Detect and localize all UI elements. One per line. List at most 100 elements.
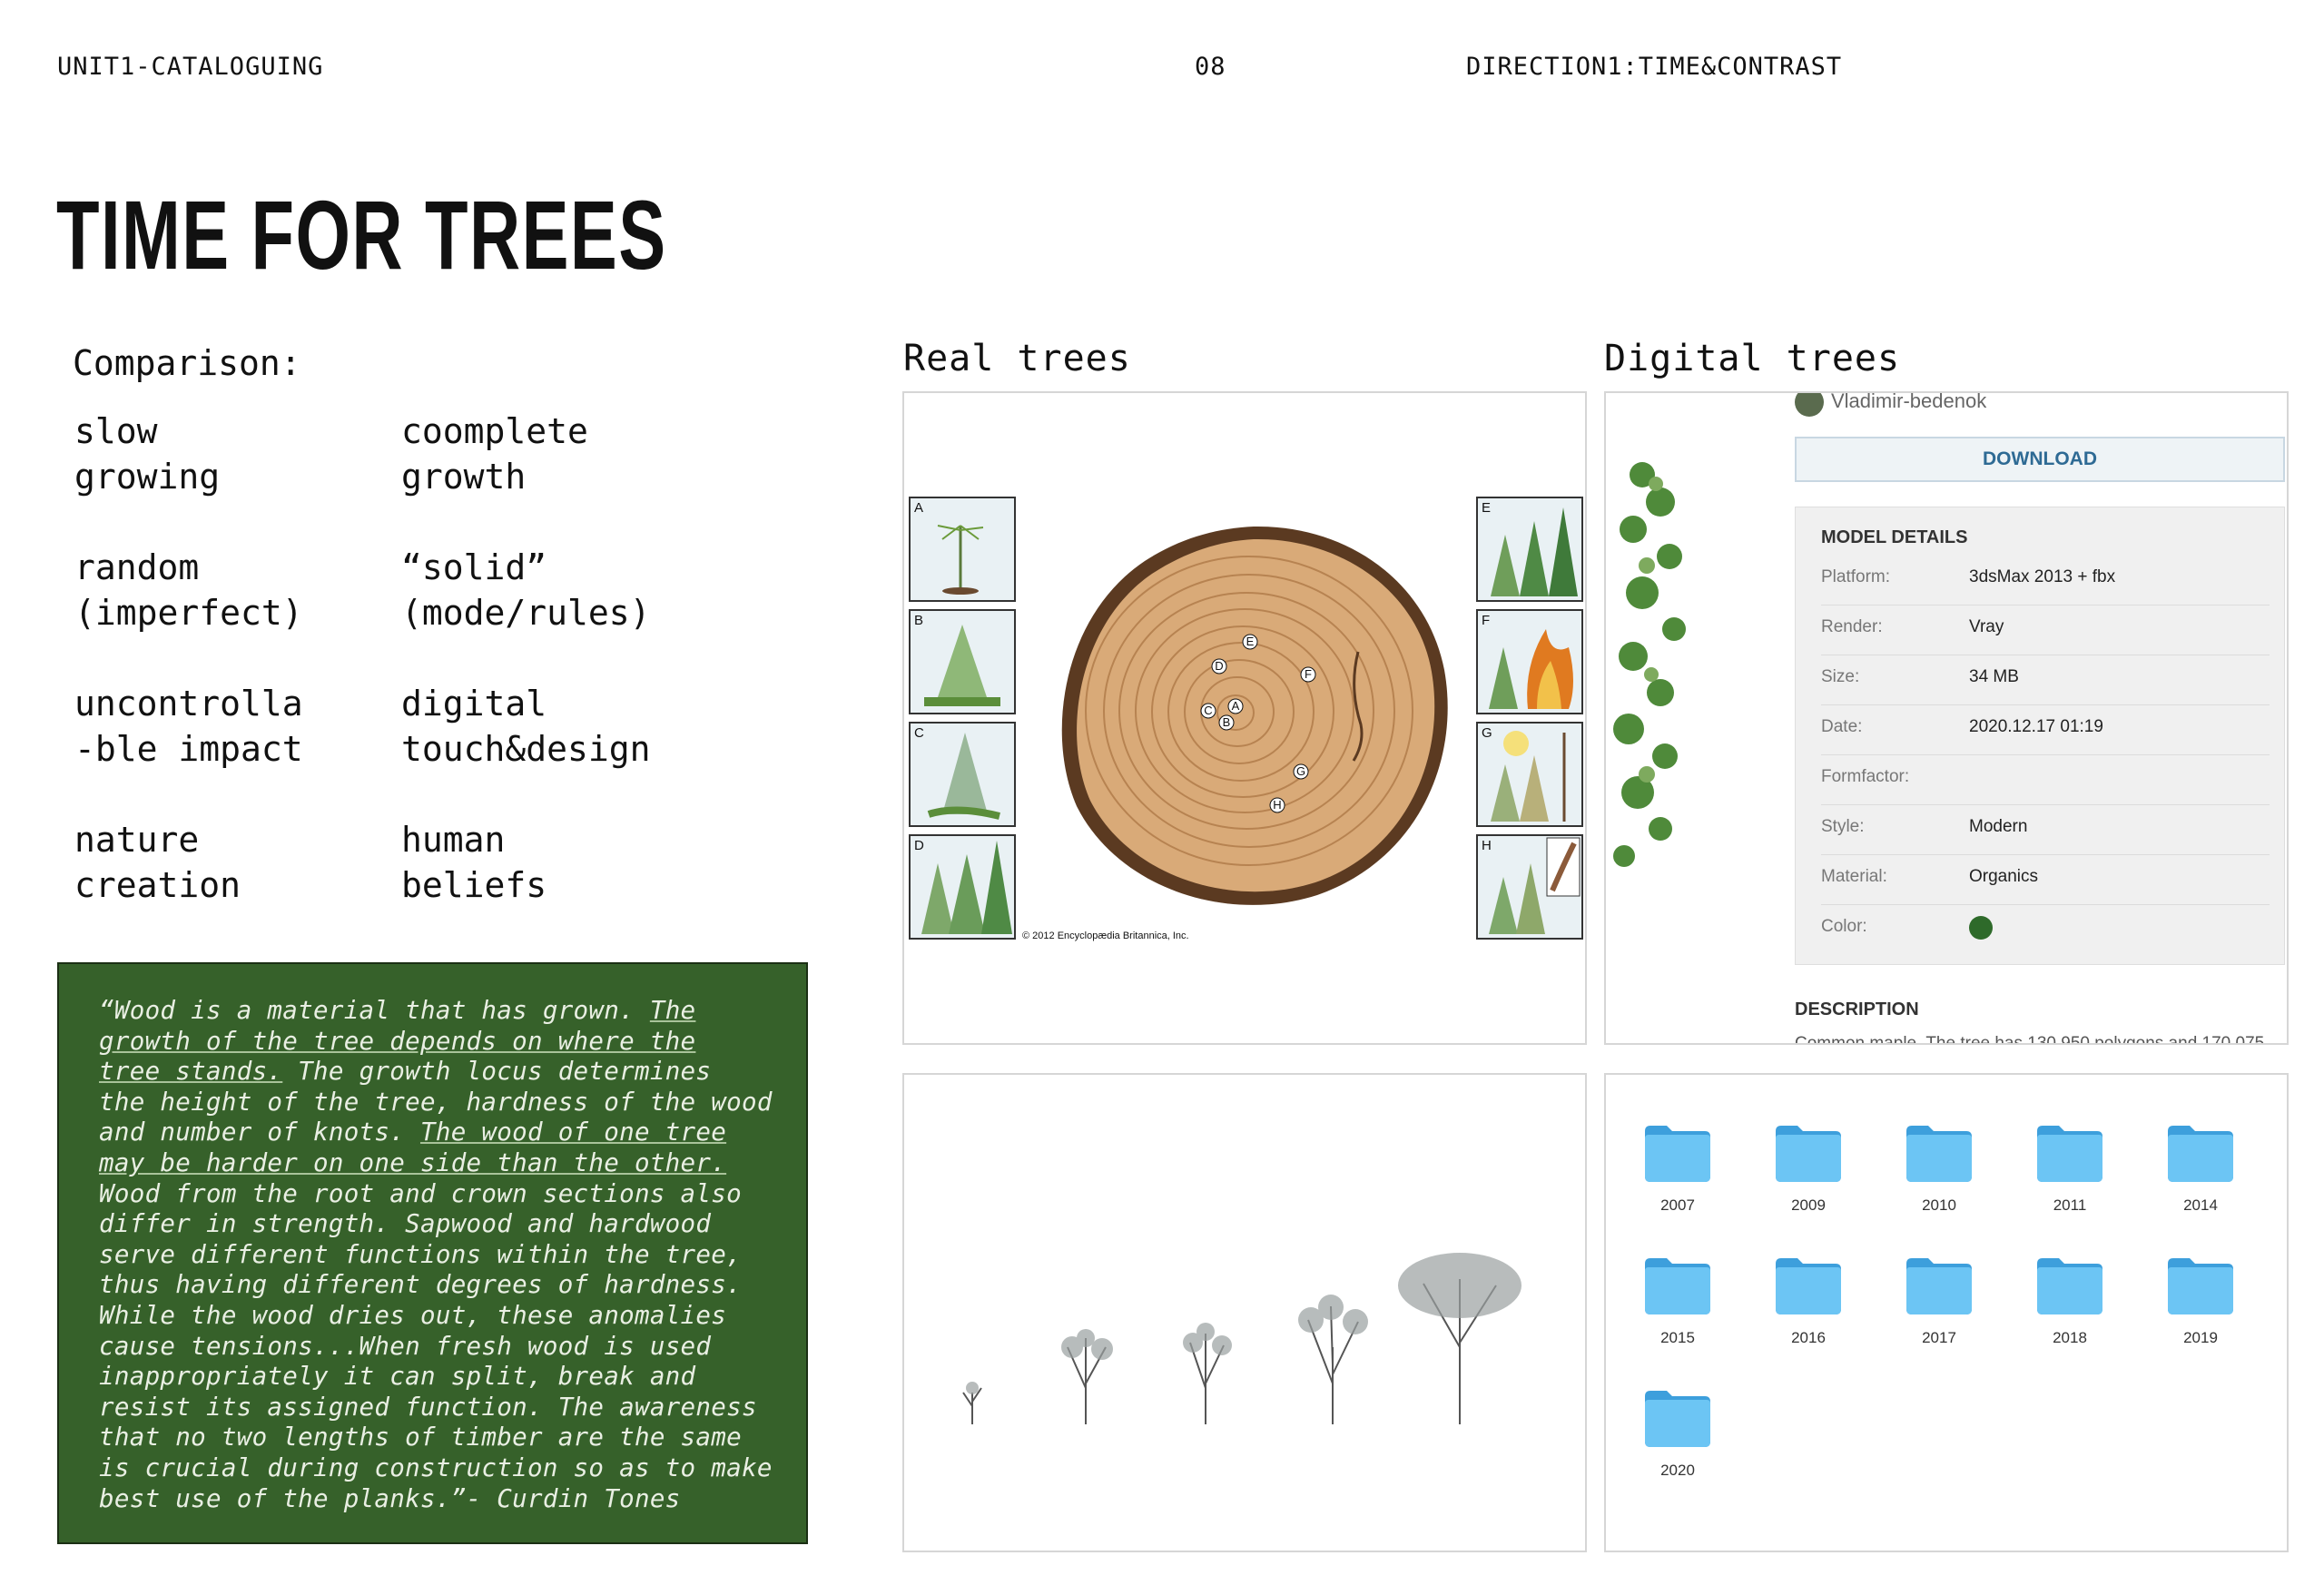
thumb-letter: A: [914, 500, 924, 516]
folder-2011[interactable]: 2011: [2020, 1122, 2120, 1215]
beetle-tree-icon: [1489, 837, 1581, 934]
detail-key: Color:: [1821, 917, 1867, 936]
thumb-letter: B: [914, 613, 924, 628]
model-details-panel: Vladimir-bedenok DOWNLOAD MODEL DETAILS …: [1604, 391, 2289, 1045]
real-trees-label: Real trees: [903, 338, 1131, 379]
growth-stage-thumb: B: [909, 609, 1016, 714]
folder-label: 2019: [2183, 1329, 2218, 1346]
tree-growth-sequence-icon: [962, 1253, 1521, 1424]
quote-box: “Wood is a material that has grown. The …: [57, 962, 808, 1544]
folder-2019[interactable]: 2019: [2151, 1255, 2250, 1347]
page-title: TIME FOR TREES: [56, 180, 667, 290]
detail-value: 3dsMax 2013 + fbx: [1969, 567, 2116, 586]
detail-row-color: Color:: [1821, 904, 2270, 954]
copyright-note: © 2012 Encyclopædia Britannica, Inc.: [1022, 930, 1189, 941]
growth-stage-thumb: C: [909, 722, 1016, 827]
growth-stage-thumb: E: [1476, 497, 1583, 602]
ring-marker-f: F: [1305, 667, 1312, 681]
detail-key: Date:: [1821, 717, 1863, 736]
folder-2020[interactable]: 2020: [1628, 1387, 1728, 1480]
folder-icon: [2037, 1258, 2102, 1314]
detail-value: 34 MB: [1969, 667, 2019, 686]
sun-tree-icon: [1491, 731, 1566, 822]
unit-label: UNIT1-CATALOGUING: [57, 53, 324, 81]
thumb-letter: H: [1482, 838, 1492, 853]
detail-row-size: Size: 34 MB: [1821, 655, 2270, 705]
folder-icon: [1645, 1126, 1710, 1182]
comparison-right-column: coomplete growth “solid” (mode/rules) di…: [401, 409, 651, 953]
folder-icon: [1906, 1126, 1972, 1182]
folder-2007[interactable]: 2007: [1628, 1122, 1728, 1215]
download-button[interactable]: DOWNLOAD: [1795, 437, 2285, 482]
detail-value: 2020.12.17 01:19: [1969, 717, 2103, 736]
author-name[interactable]: Vladimir-bedenok: [1831, 393, 1986, 413]
comparison-right-item: digital touch&design: [401, 684, 651, 769]
maple-tree-icon: [1613, 462, 1686, 867]
digital-trees-label: Digital trees: [1604, 338, 1901, 379]
seedling-icon: [937, 525, 984, 595]
folder-2016[interactable]: 2016: [1758, 1255, 1858, 1347]
growth-stage-thumb: F: [1476, 609, 1583, 714]
detail-key: Style:: [1821, 817, 1865, 836]
page-number: 08: [1195, 53, 1226, 81]
folder-2015[interactable]: 2015: [1628, 1255, 1728, 1347]
folder-icon: [2168, 1126, 2233, 1182]
folder-2018[interactable]: 2018: [2020, 1255, 2120, 1347]
description-title: DESCRIPTION: [1795, 999, 1919, 1019]
growth-sequence-panel: [902, 1073, 1587, 1552]
thumb-letter: E: [1482, 500, 1492, 516]
comparison-left-item: nature creation: [74, 820, 241, 905]
folder-icon: [1645, 1258, 1710, 1314]
color-swatch: [1969, 916, 1993, 940]
detail-row-style: Style: Modern: [1821, 804, 2270, 855]
folder-icon: [2037, 1126, 2102, 1182]
ring-marker-a: A: [1232, 699, 1240, 713]
sapling-icon: [924, 625, 1000, 706]
ring-marker-b: B: [1223, 715, 1231, 729]
folder-2017[interactable]: 2017: [1889, 1255, 1989, 1347]
ring-marker-g: G: [1296, 764, 1305, 778]
ring-marker-h: H: [1273, 798, 1281, 812]
folder-label: 2018: [2053, 1329, 2087, 1346]
detail-key: Size:: [1821, 667, 1860, 686]
folder-label: 2014: [2183, 1196, 2218, 1214]
thumb-letter: D: [914, 838, 924, 853]
ring-marker-e: E: [1246, 635, 1255, 648]
comparison-left-column: slow growing random (imperfect) uncontro…: [74, 409, 303, 953]
folder-icon: [1776, 1126, 1841, 1182]
quote-segment: “Wood is a material that has grown.: [99, 996, 650, 1025]
folder-2009[interactable]: 2009: [1758, 1122, 1858, 1215]
growth-stage-thumb: H: [1476, 834, 1583, 940]
folder-2014[interactable]: 2014: [2151, 1122, 2250, 1215]
thumb-letter: F: [1482, 613, 1491, 628]
thumb-letter: C: [914, 725, 924, 741]
thumb-letter: G: [1482, 725, 1492, 741]
conifer-icon: [1491, 507, 1578, 596]
detail-value: Organics: [1969, 867, 2039, 886]
tree-ring-icon: A B C D E F G H: [1061, 526, 1448, 905]
quote-text: “Wood is a material that has grown. The …: [99, 996, 789, 1514]
folder-icon: [1776, 1258, 1841, 1314]
leaning-tree-icon: [927, 733, 1000, 820]
description-text: Common maple. The tree has 130 950 polyg…: [1795, 1034, 2265, 1045]
folder-label: 2017: [1922, 1329, 1956, 1346]
folder-label: 2016: [1791, 1329, 1826, 1346]
growth-stage-thumb: D: [909, 834, 1016, 940]
detail-row-formfactor: Formfactor:: [1821, 754, 2270, 805]
detail-value: Vray: [1969, 617, 2004, 636]
detail-row-platform: Platform: 3dsMax 2013 + fbx: [1821, 555, 2270, 606]
comparison-right-item: coomplete growth: [401, 411, 588, 497]
comparison-left-item: uncontrolla -ble impact: [74, 684, 303, 769]
ring-marker-c: C: [1204, 704, 1212, 717]
folder-label: 2020: [1660, 1462, 1695, 1479]
folder-label: 2010: [1922, 1196, 1956, 1214]
forest-icon: [921, 841, 1012, 934]
comparison-heading: Comparison:: [73, 343, 301, 383]
comparison-right-item: human beliefs: [401, 820, 547, 905]
detail-key: Render:: [1821, 617, 1883, 636]
folder-label: 2015: [1660, 1329, 1695, 1346]
detail-value: Modern: [1969, 817, 2028, 836]
growth-stage-thumb: A: [909, 497, 1016, 602]
folder-2010[interactable]: 2010: [1889, 1122, 1989, 1215]
folder-label: 2011: [2053, 1196, 2087, 1214]
